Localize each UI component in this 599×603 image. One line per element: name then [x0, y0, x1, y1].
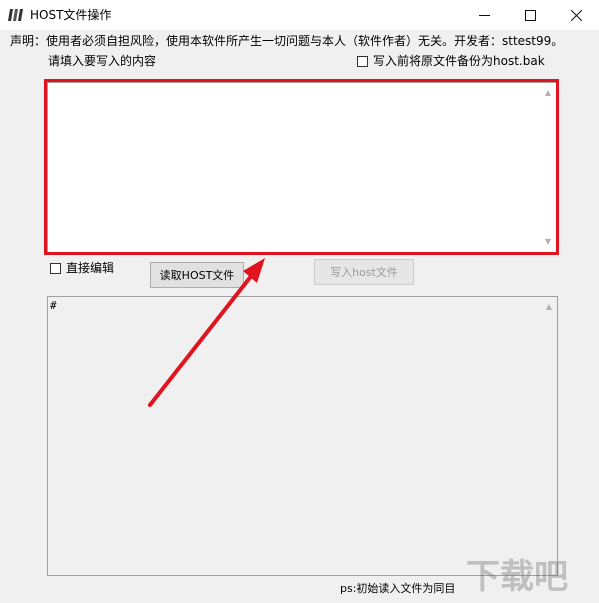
watermark-logo-icon: 下载吧 [466, 557, 568, 597]
watermark-text: 下载吧 [466, 557, 568, 597]
annotation-arrow-icon [148, 258, 265, 407]
